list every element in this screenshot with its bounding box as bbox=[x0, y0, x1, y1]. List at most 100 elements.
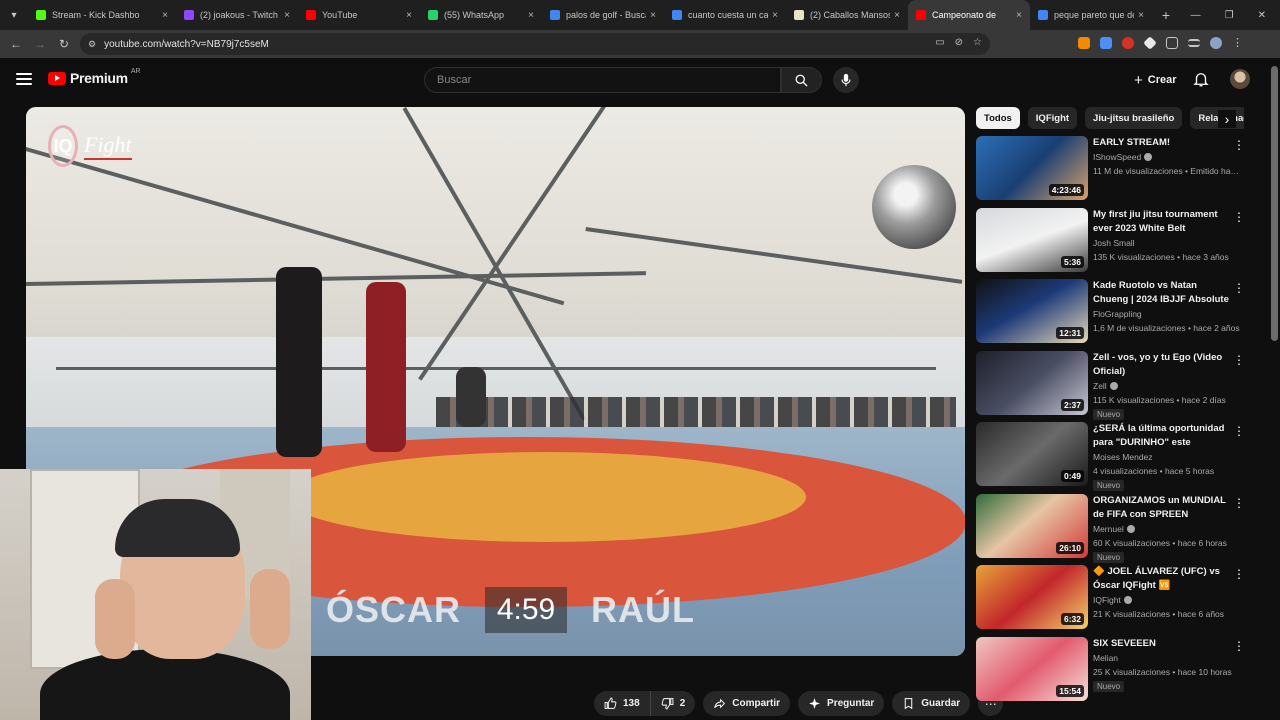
channel-name[interactable]: Mernuel bbox=[1093, 524, 1135, 534]
chevron-right-icon[interactable]: › bbox=[1218, 110, 1236, 128]
restore-icon[interactable]: ❐ bbox=[1225, 10, 1234, 21]
dislike-button[interactable]: 2 bbox=[650, 691, 696, 716]
more-options-icon[interactable]: ⋮ bbox=[1233, 496, 1245, 510]
video-thumbnail[interactable]: 6:32 bbox=[976, 565, 1088, 629]
save-button[interactable]: Guardar bbox=[892, 691, 971, 716]
browser-tab[interactable]: (2) Caballos Mansos × bbox=[786, 0, 908, 30]
notifications-bell-icon[interactable] bbox=[1192, 70, 1210, 88]
recommended-video[interactable]: 26:10 ORGANIZAMOS un MUNDIAL de FIFA con … bbox=[976, 493, 1246, 563]
browser-tab[interactable]: peque pareto que de × bbox=[1030, 0, 1152, 30]
video-thumbnail[interactable]: 5:36 bbox=[976, 207, 1088, 272]
channel-name[interactable]: Melian bbox=[1093, 653, 1118, 663]
tab-close-icon[interactable]: × bbox=[1138, 10, 1144, 21]
forward-icon[interactable]: → bbox=[28, 37, 52, 51]
browser-tab[interactable]: Campeonato de × bbox=[908, 0, 1030, 30]
bookmark-star-icon[interactable]: ☆ bbox=[973, 37, 982, 48]
video-thumbnail[interactable]: 2:37 bbox=[976, 350, 1088, 415]
url-text[interactable]: youtube.com/watch?v=NB79j7c5seM bbox=[104, 39, 269, 50]
video-title[interactable]: Kade Ruotolo vs Natan Chueng | 2024 IBJJ… bbox=[1093, 279, 1231, 307]
video-title[interactable]: Zell - vos, yo y tu Ego (Video Oficial) bbox=[1093, 351, 1231, 379]
recommended-video[interactable]: 6:32 🔶 JOEL ÁLVAREZ (UFC) vs Óscar IQFigh… bbox=[976, 565, 1246, 631]
video-title[interactable]: SIX SEVEEEN bbox=[1093, 637, 1231, 651]
channel-name[interactable]: Josh Small bbox=[1093, 238, 1135, 248]
tab-close-icon[interactable]: × bbox=[528, 10, 534, 21]
tab-close-icon[interactable]: × bbox=[162, 10, 168, 21]
video-title[interactable]: 🔶 JOEL ÁLVAREZ (UFC) vs Óscar IQFight 🆚 … bbox=[1093, 565, 1231, 593]
more-options-icon[interactable]: ⋮ bbox=[1233, 281, 1245, 295]
video-thumbnail[interactable]: 12:31 bbox=[976, 279, 1088, 343]
browser-tab[interactable]: cuanto cuesta un cab × bbox=[664, 0, 786, 30]
puzzle-icon[interactable] bbox=[1166, 36, 1178, 49]
site-info-icon[interactable]: ⚙ bbox=[88, 39, 96, 50]
tab-close-icon[interactable]: × bbox=[894, 10, 900, 21]
video-thumbnail[interactable]: 26:10 bbox=[976, 493, 1088, 558]
more-options-icon[interactable]: ⋮ bbox=[1233, 424, 1245, 438]
recommended-video[interactable]: 4:23:46 EARLY STREAM! IShowSpeed 11 M de vi… bbox=[976, 136, 1246, 202]
filter-chip[interactable]: Jiu-jitsu brasileño bbox=[1085, 107, 1183, 129]
minimize-icon[interactable]: — bbox=[1191, 10, 1201, 21]
extension-icon[interactable] bbox=[1100, 36, 1112, 49]
recommended-video[interactable]: 12:31 Kade Ruotolo vs Natan Chueng | 2024… bbox=[976, 279, 1246, 345]
profile-icon[interactable] bbox=[1210, 36, 1222, 49]
browser-menu-icon[interactable]: ⋮ bbox=[1232, 36, 1243, 49]
more-options-icon[interactable]: ⋮ bbox=[1233, 353, 1245, 367]
close-window-icon[interactable]: ✕ bbox=[1258, 10, 1266, 21]
extension-icon[interactable] bbox=[1143, 35, 1157, 50]
tab-close-icon[interactable]: × bbox=[284, 10, 290, 21]
channel-name[interactable]: FloGrappling bbox=[1093, 309, 1142, 319]
browser-tab[interactable]: Stream - Kick Dashbo × bbox=[28, 0, 176, 30]
voice-search-button[interactable] bbox=[833, 67, 859, 93]
media-icon[interactable] bbox=[1188, 38, 1200, 47]
ask-button[interactable]: Preguntar bbox=[798, 691, 885, 716]
tab-search-icon[interactable]: ▾ bbox=[0, 0, 28, 30]
video-title[interactable]: ¿SERÁ la última oportunidad para "DURINH… bbox=[1093, 422, 1231, 450]
search-box[interactable] bbox=[424, 67, 781, 93]
video-title[interactable]: My first jiu jitsu tournament ever 2023 … bbox=[1093, 208, 1231, 236]
more-options-icon[interactable]: ⋮ bbox=[1233, 567, 1245, 581]
browser-tab[interactable]: palos de golf - Busca × bbox=[542, 0, 664, 30]
search-input[interactable] bbox=[437, 74, 780, 86]
browser-tab[interactable]: YouTube × bbox=[298, 0, 420, 30]
tab-close-icon[interactable]: × bbox=[772, 10, 778, 21]
share-button[interactable]: Compartir bbox=[703, 691, 791, 716]
channel-name[interactable]: IShowSpeed bbox=[1093, 152, 1153, 162]
video-title[interactable]: ORGANIZAMOS un MUNDIAL de FIFA con SPREE… bbox=[1093, 494, 1231, 522]
browser-tab[interactable]: (2) joakous - Twitch × bbox=[176, 0, 298, 30]
channel-name[interactable]: Zell bbox=[1093, 381, 1118, 391]
extension-icon[interactable] bbox=[1078, 36, 1090, 49]
filter-chip[interactable]: Todos bbox=[976, 107, 1020, 129]
more-options-icon[interactable]: ⋮ bbox=[1233, 639, 1245, 653]
tab-close-icon[interactable]: × bbox=[406, 10, 412, 21]
verified-check-icon bbox=[1123, 596, 1132, 604]
tab-close-icon[interactable]: × bbox=[650, 10, 656, 21]
omnibox[interactable]: ⚙ youtube.com/watch?v=NB79j7c5seM ▭ ⊘ ☆ bbox=[80, 33, 990, 55]
new-tab-button[interactable]: + bbox=[1152, 7, 1180, 23]
tab-close-icon[interactable]: × bbox=[1016, 10, 1022, 21]
video-thumbnail[interactable]: 0:49 bbox=[976, 422, 1088, 486]
like-button[interactable]: 138 bbox=[594, 691, 651, 716]
video-thumbnail[interactable]: 15:54 bbox=[976, 636, 1088, 701]
recommended-video[interactable]: 2:37 Zell - vos, yo y tu Ego (Video Ofici… bbox=[976, 350, 1246, 420]
reload-icon[interactable]: ↻ bbox=[52, 37, 76, 51]
extension-icon[interactable] bbox=[1122, 36, 1134, 49]
cast-icon[interactable]: ▭ bbox=[935, 37, 944, 48]
channel-name[interactable]: Moises Mendez bbox=[1093, 452, 1153, 462]
user-avatar[interactable] bbox=[1230, 69, 1250, 89]
video-thumbnail[interactable]: 4:23:46 bbox=[976, 136, 1088, 200]
recommended-video[interactable]: 15:54 SIX SEVEEEN Melian 25 K visualizacion… bbox=[976, 636, 1246, 703]
recommended-video[interactable]: 5:36 My first jiu jitsu tournament ever 2… bbox=[976, 207, 1246, 274]
eye-off-icon[interactable]: ⊘ bbox=[955, 37, 963, 48]
page-scrollbar[interactable] bbox=[1271, 66, 1278, 341]
create-button[interactable]: + Crear bbox=[1124, 68, 1187, 92]
more-options-icon[interactable]: ⋮ bbox=[1233, 210, 1245, 224]
filter-chip[interactable]: IQFight bbox=[1027, 107, 1078, 129]
youtube-logo[interactable]: Premium AR bbox=[48, 68, 141, 86]
back-icon[interactable]: ← bbox=[4, 37, 28, 51]
hamburger-menu-icon[interactable] bbox=[16, 71, 32, 87]
browser-tab[interactable]: (55) WhatsApp × bbox=[420, 0, 542, 30]
more-options-icon[interactable]: ⋮ bbox=[1233, 138, 1245, 152]
channel-name[interactable]: IQFight bbox=[1093, 595, 1132, 605]
video-title[interactable]: EARLY STREAM! bbox=[1093, 136, 1231, 150]
recommended-video[interactable]: 0:49 ¿SERÁ la última oportunidad para "DU… bbox=[976, 422, 1246, 491]
search-button[interactable] bbox=[781, 67, 822, 93]
